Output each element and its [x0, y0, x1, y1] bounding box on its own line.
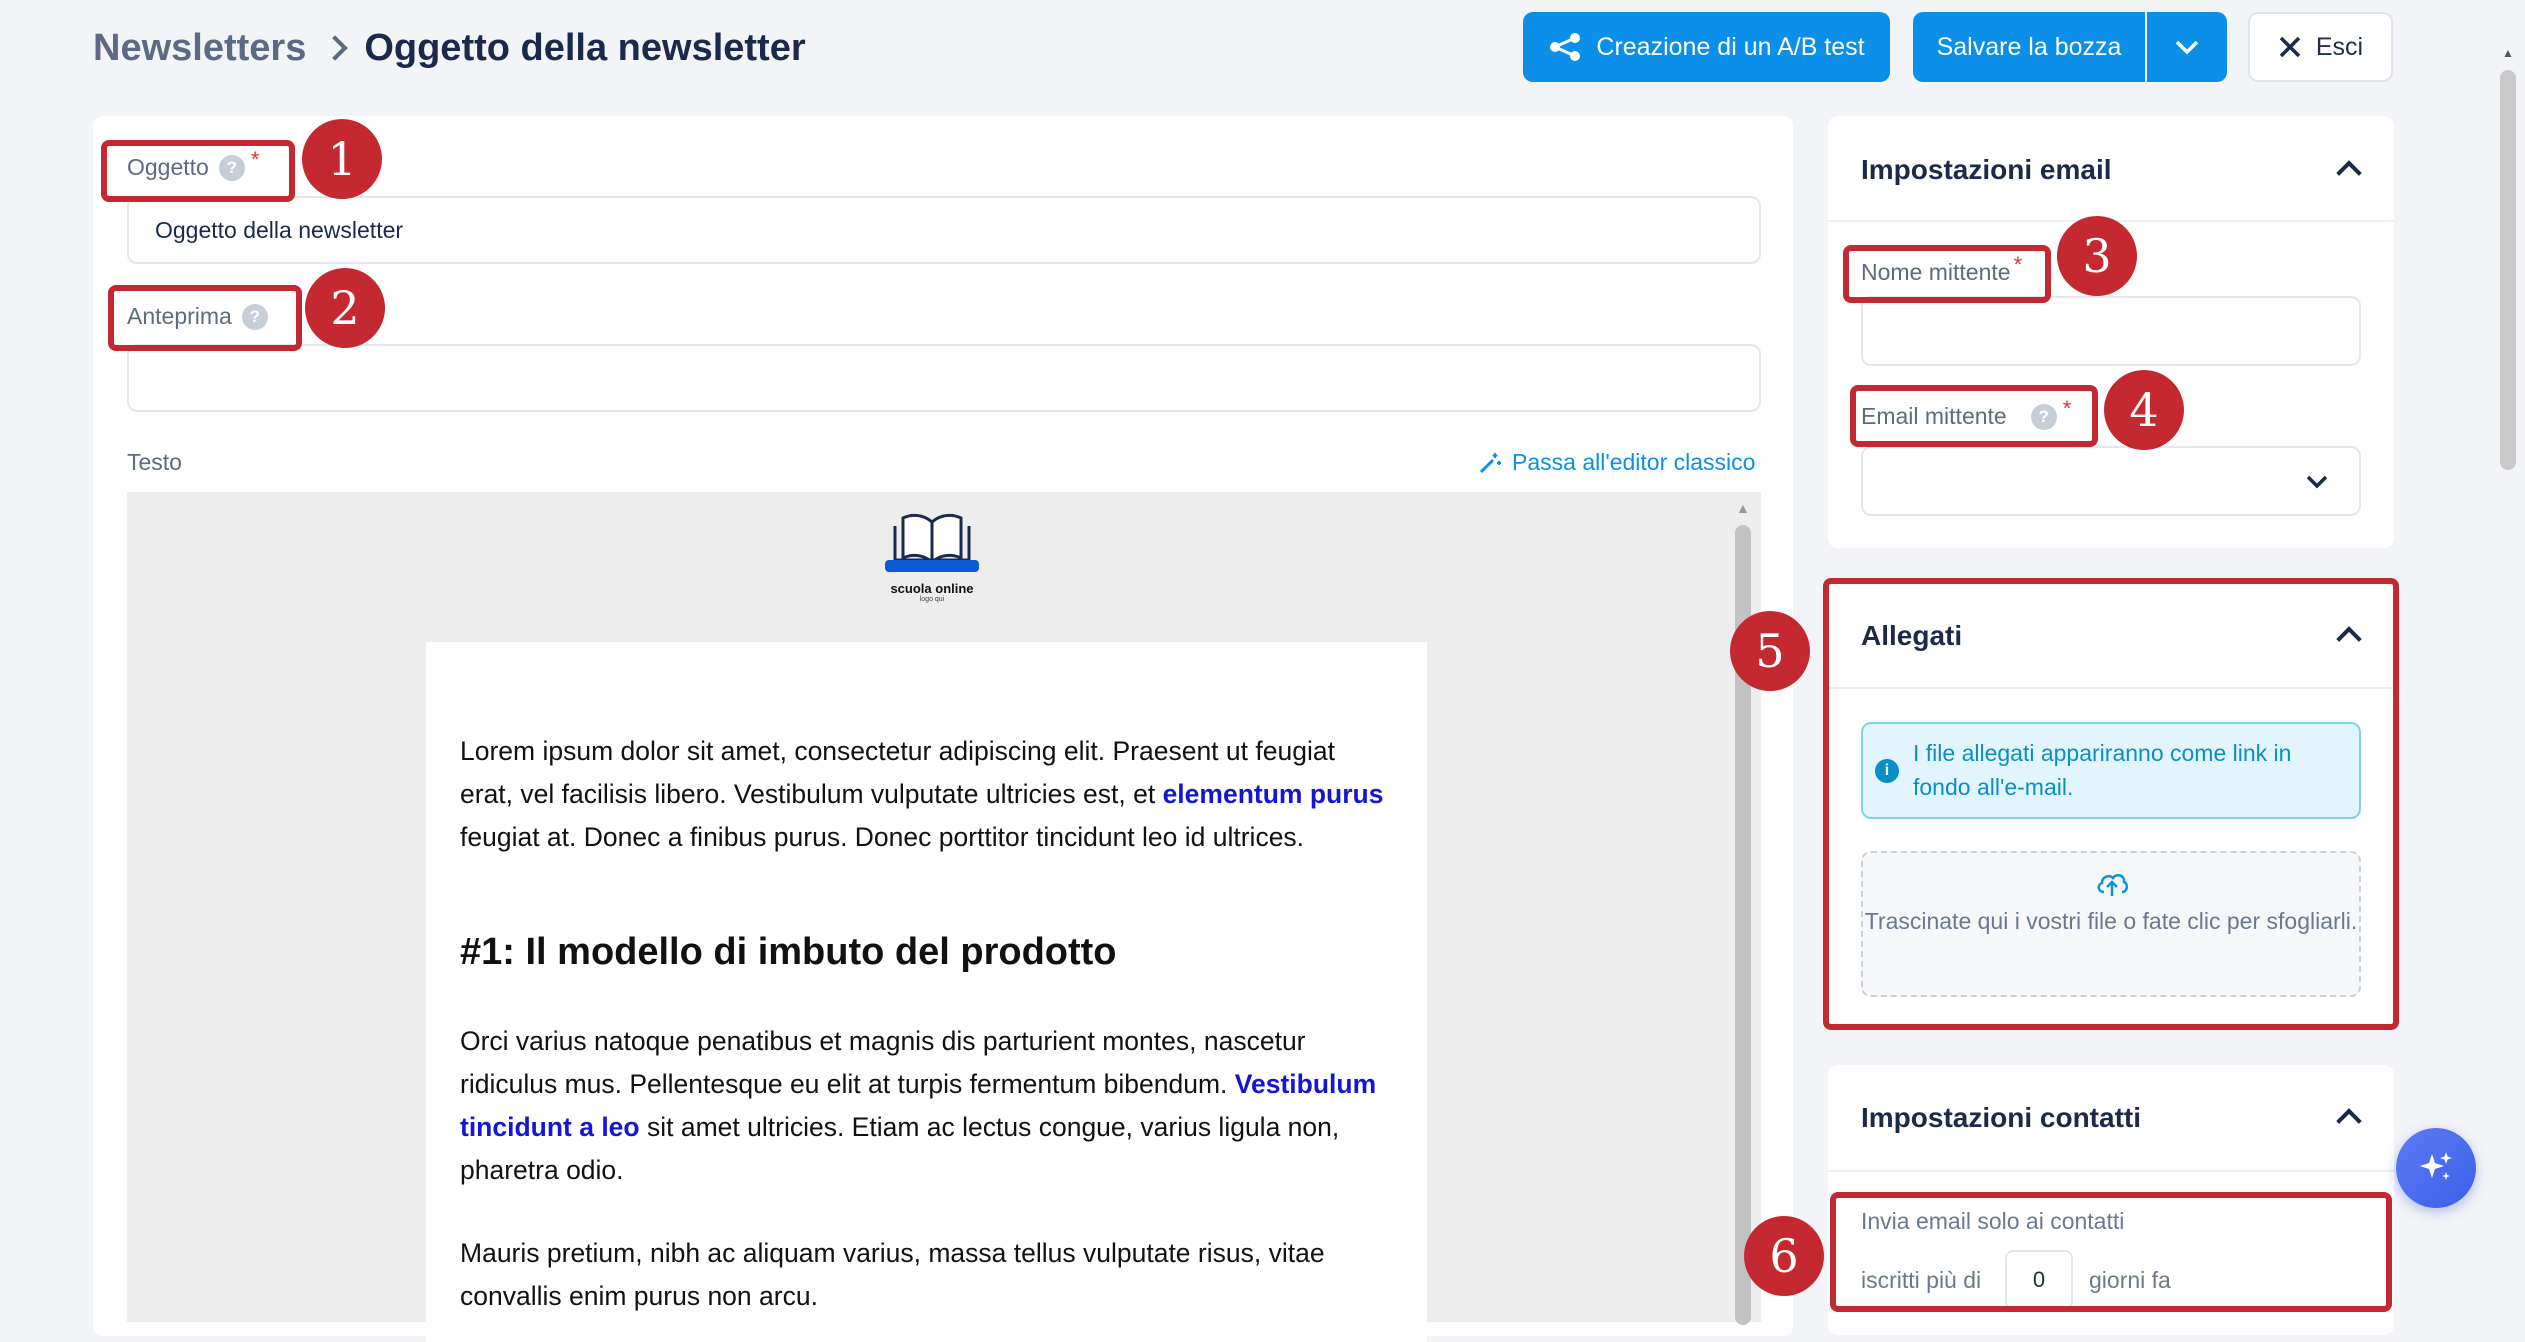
- classic-editor-link[interactable]: Passa all'editor classico: [1478, 449, 1755, 476]
- email-body[interactable]: Lorem ipsum dolor sit amet, consectetur …: [426, 642, 1427, 1342]
- exit-button[interactable]: Esci: [2248, 12, 2393, 82]
- chevron-down-icon: [2175, 40, 2199, 55]
- breadcrumb: Newsletters Oggetto della newsletter: [93, 20, 806, 76]
- paragraph-text: Orci varius natoque penatibus et magnis …: [460, 1026, 1306, 1099]
- page-scrollbar[interactable]: [2500, 70, 2516, 470]
- chevron-right-icon: [322, 35, 349, 61]
- email-link[interactable]: elementum purus: [1163, 779, 1384, 809]
- page-scroll-up-arrow[interactable]: ▲: [2502, 46, 2514, 60]
- email-paragraph: Mauris pretium, nibh ac aliquam varius, …: [460, 1238, 1325, 1311]
- page-title: Oggetto della newsletter: [364, 26, 806, 69]
- magic-wand-icon: [1479, 452, 1501, 473]
- logo: scuola online logo qui: [883, 508, 981, 604]
- chevron-down-icon: [2306, 475, 2328, 489]
- save-options-dropdown[interactable]: [2147, 12, 2227, 82]
- annotation-number-6: 6: [1744, 1216, 1824, 1296]
- annotation-number-1: 1: [302, 119, 382, 199]
- logo-text: scuola online: [890, 581, 974, 596]
- email-paragraph: Orci varius natoque penatibus et magnis …: [460, 1020, 1393, 1192]
- ab-test-label: Creazione di un A/B test: [1596, 32, 1865, 61]
- annotation-number-4: 4: [2104, 370, 2184, 450]
- annotation-box-5: [1823, 578, 2399, 1030]
- annotation-number-5: 5: [1730, 611, 1810, 691]
- book-laptop-icon: [885, 513, 979, 572]
- close-icon: [2279, 36, 2301, 58]
- sender-email-select[interactable]: [1861, 446, 2361, 516]
- classic-editor-link-text: Passa all'editor classico: [1512, 449, 1756, 475]
- email-paragraph: Lorem ipsum dolor sit amet, consectetur …: [460, 730, 1393, 859]
- text-label: Testo: [127, 449, 182, 475]
- scroll-up-arrow[interactable]: ▲: [1736, 500, 1750, 516]
- sparkles-icon: [2420, 1152, 2452, 1180]
- logo-subtext: logo qui: [919, 596, 945, 603]
- sender-name-input[interactable]: [1861, 296, 2361, 366]
- email-heading: #1: Il modello di imbuto del prodotto: [460, 931, 1117, 973]
- exit-label: Esci: [2315, 32, 2364, 61]
- annotation-number-2: 2: [305, 268, 385, 348]
- breadcrumb-newsletters-link[interactable]: Newsletters: [93, 27, 306, 70]
- annotation-box-6: [1830, 1192, 2392, 1312]
- annotation-box-4: [1850, 385, 2098, 447]
- save-draft-button[interactable]: Salvare la bozza: [1913, 12, 2145, 82]
- divider: [1828, 1170, 2394, 1172]
- annotation-box-1: [101, 140, 295, 202]
- preview-input[interactable]: [127, 344, 1761, 412]
- share-nodes-icon: [1550, 33, 1581, 61]
- paragraph-text: feugiat at. Donec a finibus purus. Donec…: [460, 822, 1305, 852]
- annotation-box-3: [1843, 245, 2051, 303]
- contact-settings-title: Impostazioni contatti: [1861, 1102, 2141, 1133]
- ai-assistant-button[interactable]: [2396, 1128, 2476, 1208]
- email-settings-title: Impostazioni email: [1861, 154, 2112, 185]
- annotation-box-2: [108, 285, 302, 351]
- annotation-number-3: 3: [2057, 216, 2137, 296]
- subject-input[interactable]: Oggetto della newsletter: [127, 196, 1761, 264]
- ab-test-button[interactable]: Creazione di un A/B test: [1523, 12, 1890, 82]
